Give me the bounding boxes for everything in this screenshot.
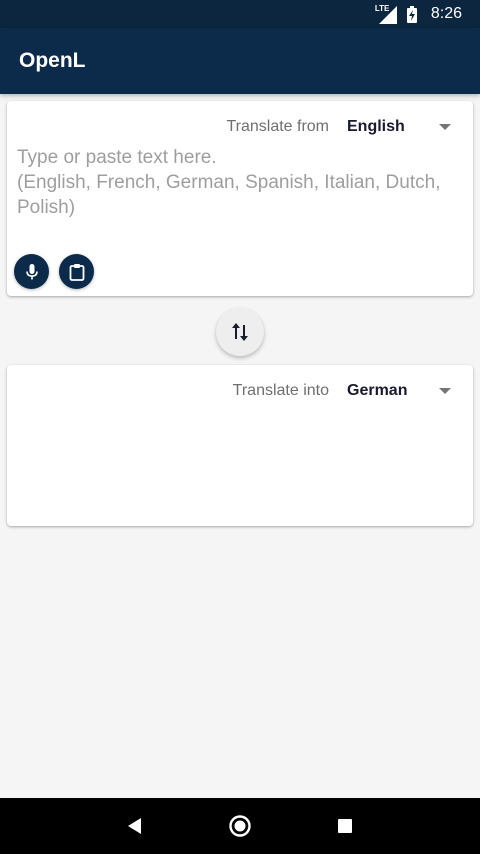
chevron-down-icon[interactable] bbox=[435, 381, 455, 401]
back-icon bbox=[127, 818, 141, 834]
target-card: Translate into German bbox=[7, 365, 473, 526]
status-icons: LTE 8:26 bbox=[375, 4, 462, 24]
source-language-value[interactable]: English bbox=[347, 118, 419, 136]
target-language-caption: Translate into bbox=[232, 382, 329, 399]
home-icon bbox=[229, 815, 251, 837]
recents-button[interactable] bbox=[325, 806, 365, 846]
source-language-caption: Translate from bbox=[226, 118, 329, 135]
app-title: OpenL bbox=[19, 49, 86, 72]
back-button[interactable] bbox=[115, 806, 155, 846]
navigation-bar bbox=[0, 798, 480, 854]
target-language-value[interactable]: German bbox=[347, 382, 419, 400]
chevron-down-icon[interactable] bbox=[435, 117, 455, 137]
translation-output bbox=[17, 409, 463, 509]
clipboard-icon bbox=[69, 263, 84, 281]
swap-vertical-icon bbox=[232, 323, 248, 341]
paste-button[interactable] bbox=[59, 254, 94, 289]
source-card: Translate from English bbox=[7, 101, 473, 296]
source-text-input[interactable] bbox=[17, 145, 463, 255]
battery-charging-icon bbox=[406, 5, 417, 23]
recents-icon bbox=[338, 819, 353, 833]
microphone-icon bbox=[25, 263, 38, 279]
target-language-selector[interactable]: Translate into German bbox=[233, 379, 455, 403]
status-time: 8:26 bbox=[430, 5, 462, 22]
source-language-selector[interactable]: Translate from English bbox=[226, 115, 455, 139]
home-button[interactable] bbox=[220, 806, 260, 846]
status-bar: LTE 8:26 bbox=[0, 0, 480, 28]
app-bar: OpenL bbox=[0, 28, 480, 94]
swap-languages-button[interactable] bbox=[216, 308, 264, 356]
voice-input-button[interactable] bbox=[14, 254, 49, 289]
lte-signal-icon: LTE bbox=[375, 4, 397, 24]
